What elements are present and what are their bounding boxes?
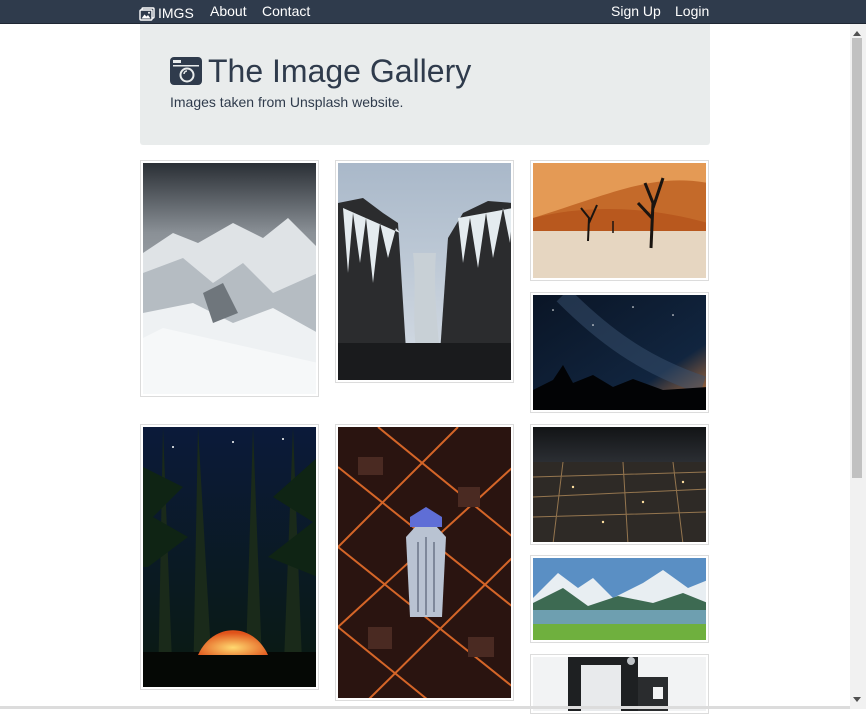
images-icon — [139, 7, 155, 24]
gallery-thumbnail[interactable] — [530, 160, 709, 281]
snowy-mountains-image — [143, 163, 316, 394]
nav-login[interactable]: Login — [675, 3, 709, 19]
city-skyscraper-aerial-image — [338, 427, 511, 698]
brand-link[interactable]: IMGS — [139, 5, 194, 24]
desert-dead-trees-image — [533, 163, 706, 278]
page-title-text: The Image Gallery — [208, 53, 472, 89]
gallery-thumbnail[interactable] — [335, 160, 514, 383]
gallery-thumbnail[interactable] — [530, 424, 709, 545]
alpine-lake-image — [533, 558, 706, 640]
gallery-thumbnail[interactable] — [140, 424, 319, 690]
nav-about[interactable]: About — [210, 3, 247, 19]
forest-tent-night-image — [143, 427, 316, 687]
vertical-scrollbar[interactable] — [850, 24, 866, 709]
frozen-waterfall-image — [338, 163, 511, 380]
city-lights-night-image — [533, 427, 706, 542]
gallery-thumbnail[interactable] — [530, 292, 709, 413]
navbar: IMGS About Contact Sign Up Login — [0, 0, 866, 24]
gallery-thumbnail[interactable] — [530, 555, 709, 643]
nav-contact[interactable]: Contact — [262, 3, 310, 19]
page-subtitle: Images taken from Unsplash website. — [170, 94, 404, 110]
scroll-down-arrow-icon[interactable] — [853, 697, 861, 702]
gallery-thumbnail[interactable] — [335, 424, 514, 701]
camera-icon — [170, 56, 202, 94]
brand-label: IMGS — [158, 5, 194, 21]
nav-signup[interactable]: Sign Up — [611, 3, 661, 19]
scrollbar-thumb[interactable] — [852, 38, 862, 478]
interior-room-image — [533, 657, 706, 711]
gallery-thumbnail[interactable] — [530, 654, 709, 714]
page-title: The Image Gallery — [170, 52, 471, 94]
gallery-thumbnail[interactable] — [140, 160, 319, 397]
milky-way-night-image — [533, 295, 706, 410]
scroll-up-arrow-icon[interactable] — [853, 31, 861, 36]
header-jumbotron: The Image Gallery Images taken from Unsp… — [140, 24, 710, 145]
